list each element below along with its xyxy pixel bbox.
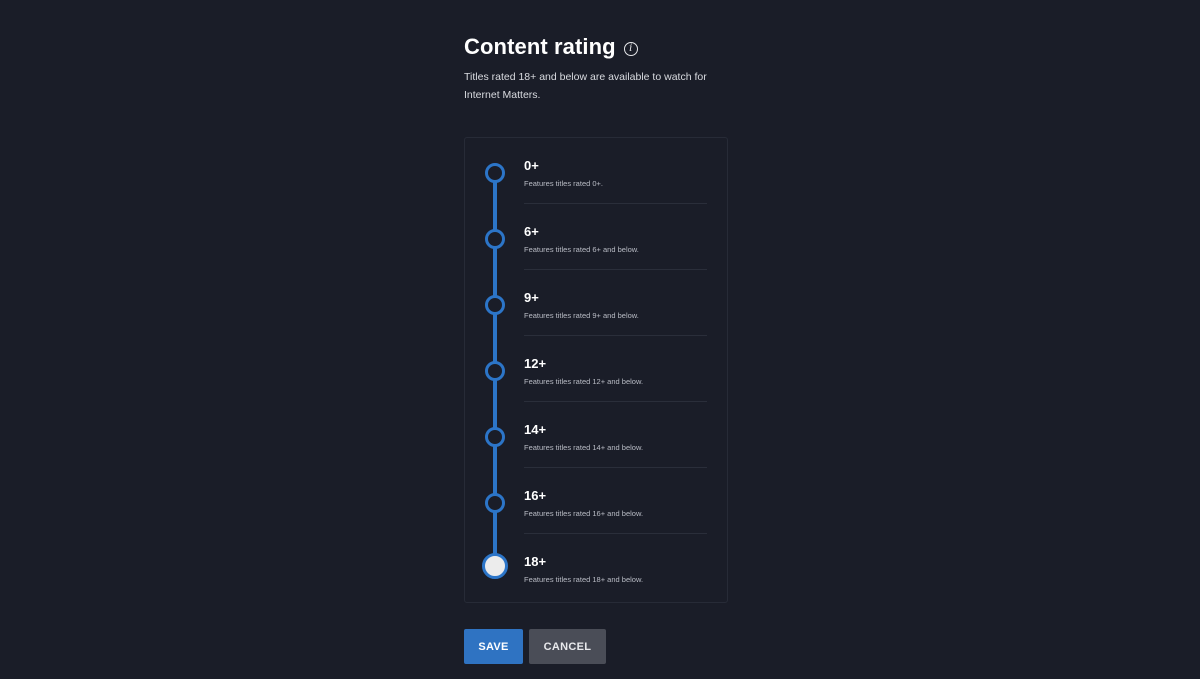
rating-option-14[interactable]: 14+ Features titles rated 14+ and below. (465, 402, 729, 468)
rating-label: 6+ (524, 224, 539, 239)
rating-label: 12+ (524, 356, 547, 371)
rating-description: Features titles rated 9+ and below. (524, 311, 639, 320)
rating-node[interactable] (485, 493, 505, 513)
rating-option-12[interactable]: 12+ Features titles rated 12+ and below. (465, 336, 729, 402)
rating-option-16[interactable]: 16+ Features titles rated 16+ and below. (465, 468, 729, 534)
rating-node[interactable] (485, 427, 505, 447)
save-button[interactable]: SAVE (464, 629, 523, 664)
rating-label: 18+ (524, 554, 547, 569)
rating-node[interactable] (485, 295, 505, 315)
rating-option-9[interactable]: 9+ Features titles rated 9+ and below. (465, 270, 729, 336)
rating-description: Features titles rated 18+ and below. (524, 575, 644, 584)
rating-node[interactable] (485, 163, 505, 183)
info-icon[interactable]: i (623, 41, 638, 56)
rating-description: Features titles rated 12+ and below. (524, 377, 644, 386)
title-row: Content rating i (464, 30, 744, 64)
rating-label: 9+ (524, 290, 539, 305)
rating-description: Features titles rated 14+ and below. (524, 443, 644, 452)
rating-description: Features titles rated 6+ and below. (524, 245, 639, 254)
rating-slider: 0+ Features titles rated 0+. 6+ Features… (464, 137, 728, 603)
page-title: Content rating (464, 34, 616, 59)
cancel-button[interactable]: CANCEL (529, 629, 606, 664)
rating-node[interactable] (485, 361, 505, 381)
rating-option-0[interactable]: 0+ Features titles rated 0+. (465, 138, 729, 204)
rating-description: Features titles rated 16+ and below. (524, 509, 644, 518)
rating-label: 0+ (524, 158, 539, 173)
rating-node[interactable] (485, 229, 505, 249)
content-rating-panel: Content rating i Titles rated 18+ and be… (464, 30, 744, 664)
rating-label: 16+ (524, 488, 547, 503)
rating-description: Features titles rated 0+. (524, 179, 603, 188)
page-subtitle: Titles rated 18+ and below are available… (464, 71, 707, 101)
rating-label: 14+ (524, 422, 547, 437)
rating-node-selected[interactable] (482, 553, 508, 579)
rating-option-6[interactable]: 6+ Features titles rated 6+ and below. (465, 204, 729, 270)
rating-option-18[interactable]: 18+ Features titles rated 18+ and below. (465, 534, 729, 600)
